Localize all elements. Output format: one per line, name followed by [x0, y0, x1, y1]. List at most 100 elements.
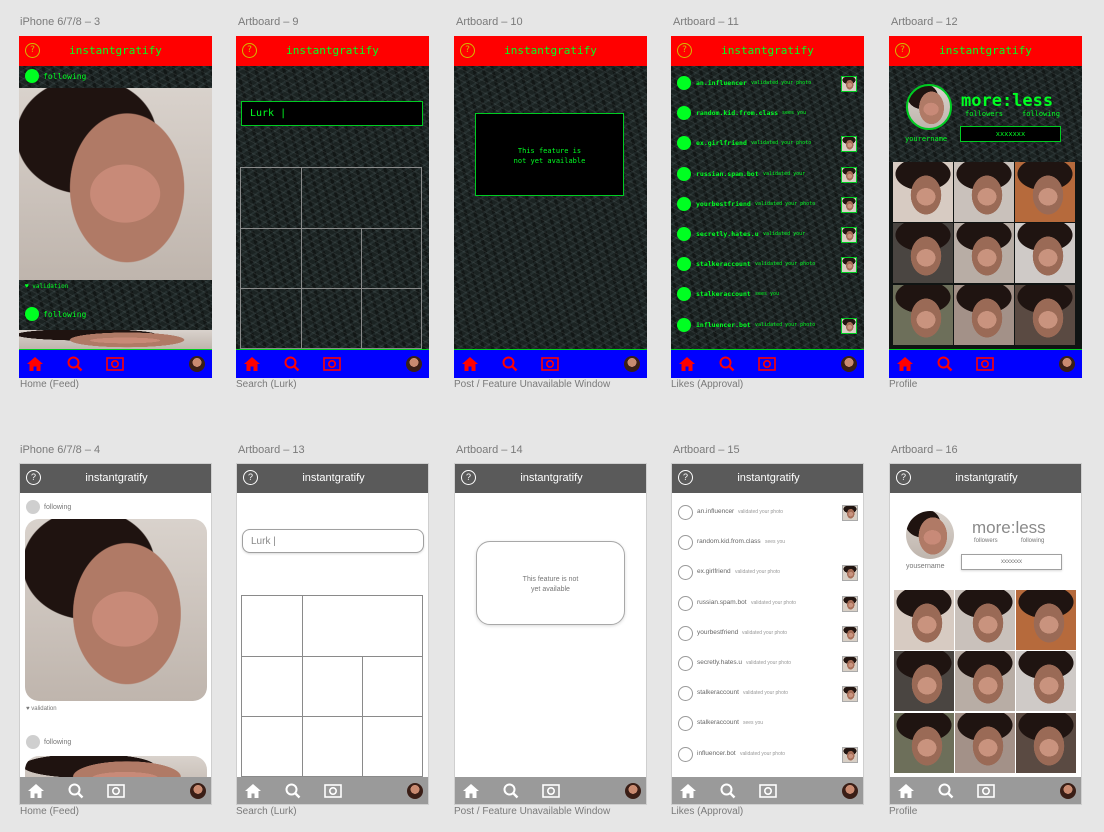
- like-username[interactable]: yourbestfriend: [697, 629, 738, 636]
- user-avatar-dot[interactable]: [677, 317, 691, 332]
- following-label[interactable]: following: [1021, 538, 1044, 544]
- home-icon[interactable]: [461, 782, 481, 800]
- camera-icon[interactable]: [322, 355, 342, 373]
- like-username[interactable]: influencer.bot: [696, 321, 751, 329]
- photo-thumbnail[interactable]: [842, 746, 858, 763]
- grid-cell[interactable]: [362, 716, 423, 777]
- photo-thumbnail[interactable]: [842, 625, 858, 642]
- heart-icon[interactable]: [147, 355, 167, 373]
- like-username[interactable]: an.influencer: [697, 508, 734, 515]
- search-icon[interactable]: [65, 355, 85, 373]
- camera-icon[interactable]: [758, 782, 778, 800]
- heart-icon[interactable]: [582, 355, 602, 373]
- profile-avatar-icon[interactable]: [1060, 783, 1076, 799]
- profile-photo[interactable]: [894, 712, 954, 773]
- user-avatar-dot[interactable]: [678, 746, 693, 762]
- grid-cell[interactable]: [241, 595, 303, 657]
- grid-cell[interactable]: [301, 167, 422, 229]
- home-icon[interactable]: [243, 782, 263, 800]
- heart-icon[interactable]: [583, 782, 603, 800]
- profile-photo[interactable]: [1015, 223, 1075, 284]
- photo-thumbnail[interactable]: [842, 505, 858, 521]
- profile-avatar[interactable]: [906, 511, 954, 559]
- profile-photo[interactable]: [894, 651, 954, 712]
- camera-icon[interactable]: [757, 355, 777, 373]
- like-row[interactable]: ex.girlfriend validated your photo: [671, 134, 864, 154]
- search-icon[interactable]: [718, 782, 738, 800]
- profile-avatar-icon[interactable]: [624, 356, 640, 372]
- like-username[interactable]: yourbestfriend: [696, 200, 751, 208]
- heart-icon[interactable]: [800, 782, 820, 800]
- profile-avatar-icon[interactable]: [189, 356, 205, 372]
- profile-photo[interactable]: [1015, 284, 1075, 345]
- grid-cell[interactable]: [301, 288, 362, 349]
- profile-photo[interactable]: [954, 284, 1014, 345]
- like-username[interactable]: an.influencer: [696, 79, 747, 87]
- user-avatar-dot[interactable]: [677, 106, 691, 121]
- edit-profile-button[interactable]: xxxxxxx: [961, 554, 1062, 570]
- user-avatar-dot[interactable]: [25, 69, 39, 83]
- like-row[interactable]: russian.spam.bot validated your photo: [672, 594, 863, 614]
- camera-icon[interactable]: [976, 782, 996, 800]
- search-icon[interactable]: [66, 782, 86, 800]
- home-icon[interactable]: [460, 355, 480, 373]
- following-label[interactable]: following: [43, 72, 86, 81]
- profile-avatar-icon[interactable]: [841, 356, 857, 372]
- photo-thumbnail[interactable]: [842, 656, 858, 672]
- user-avatar-dot[interactable]: [678, 505, 693, 520]
- user-avatar-dot[interactable]: [25, 307, 39, 321]
- heart-icon[interactable]: [365, 782, 385, 800]
- grid-cell[interactable]: [241, 716, 303, 777]
- search-icon[interactable]: [282, 355, 302, 373]
- photo-thumbnail[interactable]: [841, 166, 857, 183]
- profile-avatar-icon[interactable]: [406, 356, 422, 372]
- like-username[interactable]: secretly.hates.u: [697, 659, 742, 666]
- user-avatar-dot[interactable]: [677, 287, 691, 302]
- search-icon[interactable]: [500, 355, 520, 373]
- like-row[interactable]: yourbestfriend validated your photo: [671, 195, 864, 215]
- profile-photo[interactable]: [1015, 162, 1075, 222]
- like-row[interactable]: stalkeraccount sees you: [672, 714, 863, 734]
- profile-photo[interactable]: [1016, 590, 1076, 650]
- photo-thumbnail[interactable]: [841, 317, 857, 334]
- like-username[interactable]: stalkeraccount: [697, 689, 739, 696]
- like-row[interactable]: stalkeraccount validated your photo: [671, 255, 864, 275]
- user-avatar-dot[interactable]: [677, 76, 691, 90]
- profile-avatar[interactable]: [906, 84, 952, 130]
- user-avatar-dot[interactable]: [677, 257, 691, 272]
- like-username[interactable]: stalkeraccount: [697, 719, 739, 726]
- search-icon[interactable]: [935, 355, 955, 373]
- grid-cell[interactable]: [362, 656, 423, 717]
- grid-cell[interactable]: [301, 228, 362, 289]
- like-row[interactable]: stalkeraccount validated your photo: [672, 684, 863, 704]
- following-label[interactable]: following: [44, 504, 71, 511]
- profile-photo[interactable]: [954, 223, 1014, 284]
- like-username[interactable]: russian.spam.bot: [697, 599, 747, 606]
- camera-icon[interactable]: [975, 355, 995, 373]
- home-icon[interactable]: [26, 782, 46, 800]
- camera-icon[interactable]: [105, 355, 125, 373]
- photo-thumbnail[interactable]: [841, 196, 857, 213]
- like-row[interactable]: stalkeraccount sees you: [671, 285, 864, 305]
- grid-cell[interactable]: [240, 288, 302, 349]
- like-row[interactable]: influencer.bot validated your photo: [671, 316, 864, 336]
- heart-icon[interactable]: [1018, 782, 1038, 800]
- profile-photo[interactable]: [893, 162, 953, 222]
- user-avatar-dot[interactable]: [678, 565, 693, 581]
- heart-icon[interactable]: [148, 782, 168, 800]
- profile-avatar-icon[interactable]: [1059, 356, 1075, 372]
- feed-photo[interactable]: [19, 330, 212, 349]
- grid-cell[interactable]: [361, 228, 422, 289]
- like-row[interactable]: russian.spam.bot validated your: [671, 165, 864, 185]
- user-avatar-dot[interactable]: [678, 535, 693, 551]
- like-username[interactable]: stalkeraccount: [696, 290, 751, 298]
- home-icon[interactable]: [896, 782, 916, 800]
- profile-photo[interactable]: [893, 284, 953, 345]
- user-avatar-dot[interactable]: [678, 595, 693, 611]
- heart-icon[interactable]: [1017, 355, 1037, 373]
- camera-icon[interactable]: [541, 782, 561, 800]
- user-avatar-dot[interactable]: [678, 686, 693, 702]
- home-icon[interactable]: [678, 782, 698, 800]
- user-avatar-dot[interactable]: [677, 136, 691, 151]
- user-avatar-dot[interactable]: [678, 716, 693, 732]
